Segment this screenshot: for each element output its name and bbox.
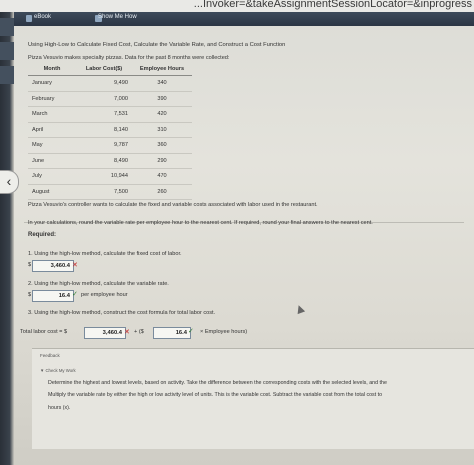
ebook-button[interactable]: eBook bbox=[34, 14, 51, 20]
table-row: August 7,500 260 bbox=[28, 184, 192, 200]
incorrect-icon: ✕ bbox=[72, 262, 78, 269]
table-row: June 8,490 290 bbox=[28, 153, 192, 169]
nav-tab[interactable] bbox=[0, 18, 14, 36]
q2-dollar-sign: $ bbox=[28, 292, 32, 298]
table-row: March 7,531 420 bbox=[28, 106, 192, 123]
feedback-line: Determine the highest and lowest levels,… bbox=[48, 380, 387, 386]
mouse-cursor-icon bbox=[294, 303, 306, 315]
screen: ...Invoker=&takeAssignmentSessionLocator… bbox=[0, 0, 474, 465]
controller-paragraph: Pizza Vesuvio's controller wants to calc… bbox=[28, 202, 318, 208]
q1-dollar-sign: $ bbox=[28, 262, 32, 268]
plus-sign: + ($ bbox=[134, 329, 144, 335]
previous-arrow-button[interactable]: ‹ bbox=[0, 170, 19, 194]
url-text: ...Invoker=&takeAssignmentSessionLocator… bbox=[193, 0, 472, 10]
table-row: January 9,490 340 bbox=[28, 75, 192, 92]
column-header-month: Month bbox=[28, 63, 76, 76]
nav-tab[interactable] bbox=[0, 66, 14, 84]
feedback-line: Multiply the variable rate by either the… bbox=[48, 392, 383, 398]
correct-icon: ✓ bbox=[72, 291, 78, 298]
problem-title: Using High-Low to Calculate Fixed Cost, … bbox=[28, 42, 286, 48]
column-header-employee-hours: Employee Hours bbox=[132, 63, 192, 76]
correct-icon: ✓ bbox=[188, 328, 194, 335]
chevron-left-icon: ‹ bbox=[6, 173, 12, 189]
feedback-panel: Feedback ▼ Check My Work Determine the h… bbox=[32, 348, 474, 449]
incorrect-icon: ✕ bbox=[124, 329, 130, 336]
ebook-icon bbox=[26, 15, 32, 22]
check-my-work-toggle[interactable]: ▼ Check My Work bbox=[40, 368, 76, 373]
table-row: April 8,140 310 bbox=[28, 122, 192, 138]
show-me-how-button[interactable]: Show Me How bbox=[98, 14, 137, 20]
question-1: 1. Using the high-low method, calculate … bbox=[28, 251, 182, 257]
column-header-labor-cost: Labor Cost($) bbox=[76, 63, 132, 76]
employee-hours-label: × Employee hours) bbox=[200, 329, 248, 335]
required-label: Required: bbox=[28, 232, 57, 238]
rounding-instructions: In your calculations, round the variable… bbox=[28, 220, 373, 226]
left-navigation-strip bbox=[0, 12, 14, 465]
formula-variable-rate-input[interactable]: 16.4 bbox=[153, 327, 191, 339]
problem-intro: Pizza Vesuvio makes specialty pizzas. Da… bbox=[28, 55, 230, 61]
question-3: 3. Using the high-low method, construct … bbox=[28, 310, 216, 316]
labor-data-table: Month Labor Cost($) Employee Hours Janua… bbox=[28, 63, 192, 200]
browser-url-bar[interactable]: ...Invoker=&takeAssignmentSessionLocator… bbox=[0, 0, 474, 12]
total-labor-cost-label: Total labor cost = $ bbox=[20, 329, 68, 335]
feedback-line: hours (x). bbox=[48, 405, 71, 411]
assignment-toolbar: eBook Show Me How bbox=[0, 12, 474, 26]
variable-rate-input[interactable]: 16.4 bbox=[32, 290, 74, 302]
formula-fixed-cost-input[interactable]: 3,460.4 bbox=[84, 327, 126, 339]
feedback-header: Feedback bbox=[40, 353, 60, 358]
nav-tab[interactable] bbox=[0, 42, 14, 60]
table-row: February 7,000 390 bbox=[28, 91, 192, 107]
fixed-cost-input[interactable]: 3,460.4 bbox=[32, 260, 74, 272]
question-2: 2. Using the high-low method, calculate … bbox=[28, 281, 169, 287]
table-row: July 10,944 470 bbox=[28, 168, 192, 185]
table-row: May 9,787 360 bbox=[28, 137, 192, 154]
per-employee-hour-label: per employee hour bbox=[81, 292, 128, 298]
